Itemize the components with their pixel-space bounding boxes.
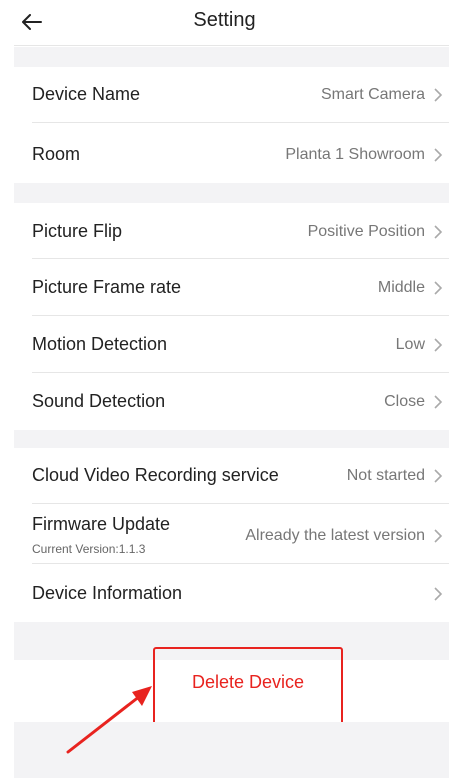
highlight-box: Delete Device	[153, 647, 343, 733]
picture-frame-rate-value: Middle	[377, 279, 425, 296]
device-information-row[interactable]: Device Information	[14, 564, 449, 622]
room-row[interactable]: Room Planta 1 Showroom	[14, 123, 449, 183]
cloud-video-value: Not started	[346, 467, 425, 484]
device-information-label: Device Information	[32, 583, 183, 603]
motion-detection-value: Low	[395, 336, 425, 353]
firmware-current-version: Current Version:1.1.3	[32, 542, 146, 556]
chevron-right-icon	[434, 338, 443, 352]
picture-flip-label: Picture Flip	[32, 221, 123, 241]
firmware-update-label: Firmware Update	[32, 514, 171, 534]
picture-flip-row[interactable]: Picture Flip Positive Position	[14, 203, 449, 259]
firmware-update-row[interactable]: Firmware Update Current Version:1.1.3 Al…	[14, 504, 449, 564]
chevron-right-icon	[434, 281, 443, 295]
cloud-video-row[interactable]: Cloud Video Recording service Not starte…	[14, 448, 449, 504]
picture-flip-value: Positive Position	[307, 223, 425, 240]
chevron-right-icon	[434, 469, 443, 483]
delete-device-button[interactable]: Delete Device	[155, 672, 341, 693]
sound-detection-value: Close	[384, 393, 425, 410]
room-value: Planta 1 Showroom	[285, 146, 425, 163]
chevron-right-icon	[434, 148, 443, 162]
device-name-row[interactable]: Device Name Smart Camera	[14, 67, 449, 123]
firmware-update-value: Already the latest version	[245, 527, 425, 544]
section-gap	[14, 183, 449, 203]
annotation-arrow-icon	[66, 686, 152, 754]
page-title: Setting	[193, 9, 256, 31]
section-gap	[14, 430, 449, 448]
chevron-right-icon	[434, 587, 443, 601]
sound-detection-row[interactable]: Sound Detection Close	[14, 373, 449, 430]
picture-frame-rate-label: Picture Frame rate	[32, 277, 182, 297]
cloud-video-label: Cloud Video Recording service	[32, 465, 279, 485]
picture-frame-rate-row[interactable]: Picture Frame rate Middle	[14, 259, 449, 316]
chevron-right-icon	[434, 529, 443, 543]
room-label: Room	[32, 144, 81, 164]
motion-detection-label: Motion Detection	[32, 334, 168, 354]
chevron-right-icon	[434, 225, 443, 239]
section-gap	[14, 47, 449, 67]
chevron-right-icon	[434, 395, 443, 409]
motion-detection-row[interactable]: Motion Detection Low	[14, 316, 449, 373]
chevron-right-icon	[434, 88, 443, 102]
device-name-label: Device Name	[32, 84, 141, 104]
device-name-value: Smart Camera	[320, 86, 425, 103]
sound-detection-label: Sound Detection	[32, 391, 166, 411]
top-bar: Setting	[14, 0, 449, 46]
